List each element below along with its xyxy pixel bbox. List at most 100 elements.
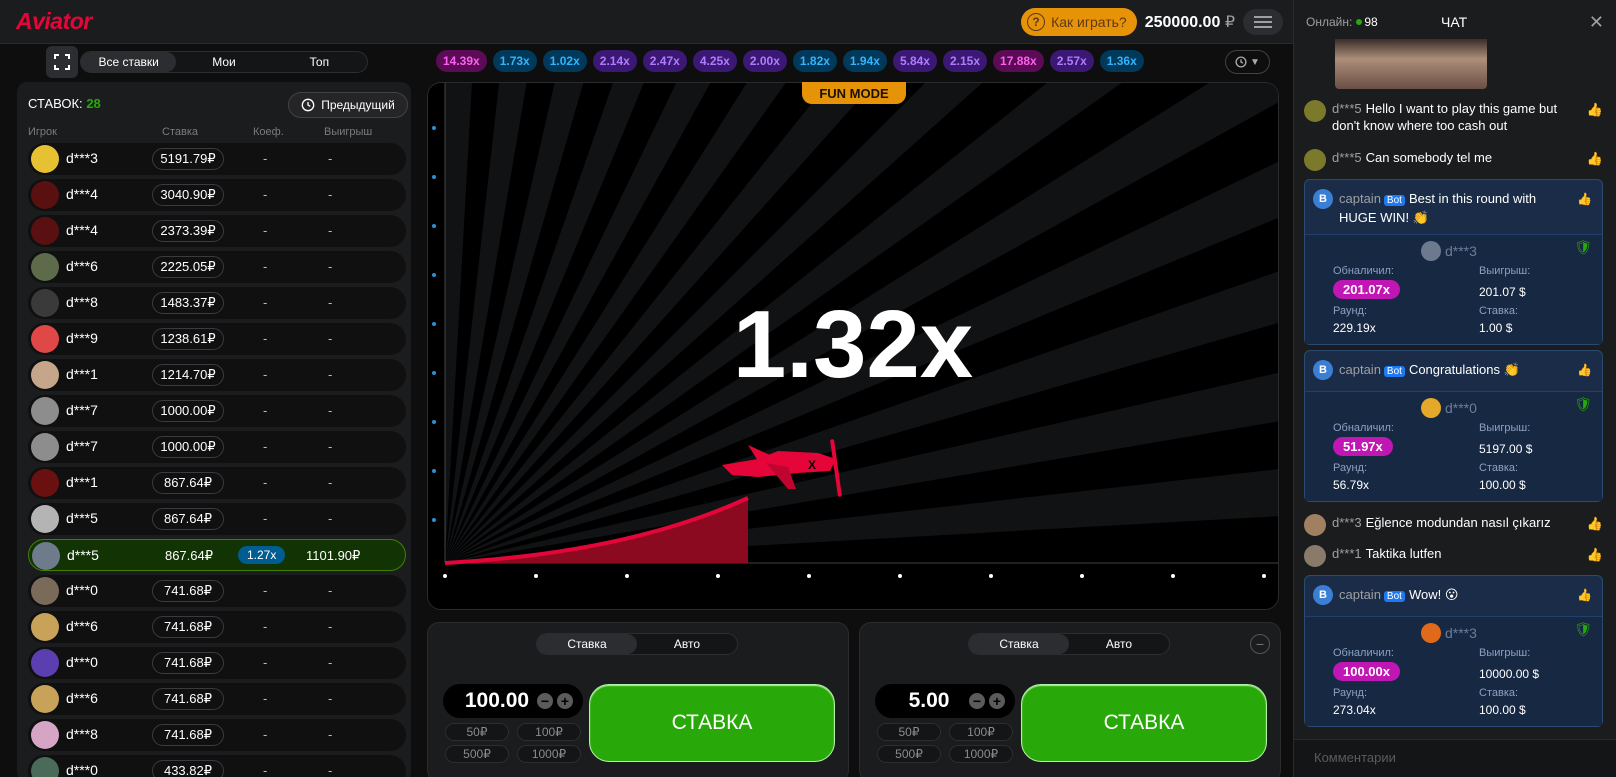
- quick-amount-button[interactable]: 1000₽: [517, 745, 581, 763]
- remove-panel-icon[interactable]: −: [1250, 634, 1270, 654]
- menu-icon[interactable]: [1243, 8, 1283, 35]
- quick-amount-button[interactable]: 50₽: [877, 723, 941, 741]
- chat-author: d***5: [1332, 101, 1362, 116]
- shield-check-icon[interactable]: 🛡: [1574, 621, 1592, 638]
- win-label: Выигрыш:: [1479, 422, 1531, 434]
- stake-label: Ставка:: [1479, 305, 1519, 317]
- tab-bet[interactable]: Ставка: [969, 634, 1069, 654]
- minus-icon[interactable]: −: [537, 693, 553, 709]
- avatar: [31, 253, 59, 281]
- minus-icon[interactable]: −: [969, 693, 985, 709]
- aviator-logo[interactable]: Aviator: [16, 8, 92, 35]
- cashed-badge: 100.00x: [1333, 662, 1400, 681]
- bet-amount-stepper[interactable]: 100.00 − +: [443, 684, 583, 718]
- avatar: [1421, 623, 1441, 643]
- shield-check-icon[interactable]: 🛡: [1574, 396, 1592, 413]
- win-amount: -: [328, 151, 333, 166]
- history-multiplier[interactable]: 1.94x: [842, 50, 887, 72]
- coefficient: -: [263, 331, 268, 346]
- chat-gif-image: [1335, 39, 1487, 89]
- bet-row: d***9 1238.61₽ - -: [28, 323, 406, 355]
- bet-amount-stepper[interactable]: 5.00 − +: [875, 684, 1015, 718]
- avatar: [31, 397, 59, 425]
- quick-amount-button[interactable]: 1000₽: [949, 745, 1013, 763]
- plus-icon[interactable]: +: [557, 693, 573, 709]
- winner-name: d***3: [1445, 243, 1477, 259]
- chat-text: Hello I want to play this game but don't…: [1332, 101, 1558, 133]
- history-dropdown-button[interactable]: ▼: [1225, 50, 1270, 74]
- player-name: d***3: [66, 150, 98, 166]
- history-multiplier[interactable]: 2.57x: [1049, 50, 1094, 72]
- round-label: Раунд:: [1333, 687, 1368, 699]
- history-multiplier[interactable]: 14.39x: [436, 50, 487, 72]
- plus-icon[interactable]: +: [989, 693, 1005, 709]
- avatar: [1304, 149, 1326, 171]
- bot-win-card: B captain Bot Wow! 😮 👍 d***3 🛡 Обналичил: …: [1304, 575, 1603, 727]
- like-icon[interactable]: 👍: [1587, 547, 1603, 563]
- bet-amount: 2373.39₽: [152, 220, 224, 242]
- balance-value: 250000.00: [1144, 13, 1221, 31]
- history-multiplier[interactable]: 1.02x: [542, 50, 587, 72]
- history-multiplier[interactable]: 4.25x: [692, 50, 737, 72]
- like-icon[interactable]: 👍: [1577, 587, 1592, 604]
- coefficient: 1.27x: [238, 546, 286, 564]
- quick-amount-button[interactable]: 500₽: [445, 745, 509, 763]
- history-multiplier[interactable]: 2.15x: [942, 50, 988, 72]
- tab-all-bets[interactable]: Все ставки: [81, 52, 177, 72]
- chat-panel: Онлайн: 98 ЧАТ ✕ d***5 Hello I want to pl…: [1293, 0, 1616, 777]
- bet-amount: 1483.37₽: [152, 292, 224, 314]
- history-multiplier[interactable]: 1.73x: [492, 50, 537, 72]
- win-amount: -: [328, 403, 333, 418]
- previous-round-label: Предыдущий: [321, 98, 395, 112]
- bet-mode-tabs: Ставка Авто: [968, 633, 1170, 655]
- previous-round-button[interactable]: Предыдущий: [288, 92, 408, 118]
- tab-auto[interactable]: Авто: [1069, 634, 1169, 654]
- like-icon[interactable]: 👍: [1577, 362, 1592, 379]
- how-to-play-button[interactable]: ? Как играть?: [1021, 7, 1137, 36]
- online-label: Онлайн:: [1306, 15, 1353, 29]
- chat-input[interactable]: Комментарии: [1294, 739, 1616, 777]
- history-multiplier[interactable]: 2.00x: [742, 50, 787, 72]
- like-icon[interactable]: 👍: [1587, 102, 1603, 118]
- tab-top[interactable]: Топ: [272, 52, 367, 72]
- bet-amount: 433.82₽: [152, 760, 224, 777]
- history-multiplier[interactable]: 17.88x: [993, 50, 1044, 72]
- coefficient: -: [263, 619, 268, 634]
- chat-message: d***1 Taktika lutfen 👍: [1304, 545, 1607, 567]
- history-multiplier[interactable]: 2.14x: [592, 50, 637, 72]
- quick-amount-button[interactable]: 100₽: [517, 723, 581, 741]
- history-multiplier[interactable]: 2.47x: [642, 50, 687, 72]
- bets-count-value: 28: [86, 96, 101, 111]
- quick-amount-button[interactable]: 500₽: [877, 745, 941, 763]
- history-multiplier[interactable]: 5.84x: [892, 50, 937, 72]
- player-name: d***8: [66, 294, 98, 310]
- round-value: 273.04x: [1333, 703, 1376, 717]
- tab-my-bets[interactable]: Мои: [176, 52, 271, 72]
- bet-amount-value[interactable]: 100.00: [461, 689, 533, 713]
- stake-value: 1.00 $: [1479, 321, 1513, 335]
- player-name: d***7: [66, 402, 98, 418]
- bet-row: d***7 1000.00₽ - -: [28, 431, 406, 463]
- quick-amount-button[interactable]: 100₽: [949, 723, 1013, 741]
- bet-amount-value[interactable]: 5.00: [893, 689, 965, 713]
- like-icon[interactable]: 👍: [1587, 516, 1603, 532]
- like-icon[interactable]: 👍: [1587, 151, 1603, 167]
- place-bet-button[interactable]: СТАВКА: [589, 684, 835, 762]
- history-multiplier[interactable]: 1.82x: [792, 50, 837, 72]
- bet-row: d***5 867.64₽ - -: [28, 503, 406, 535]
- bet-amount: 867.64₽: [152, 472, 224, 494]
- tab-bet[interactable]: Ставка: [537, 634, 637, 654]
- history-multiplier[interactable]: 1.36x: [1099, 50, 1144, 72]
- place-bet-button[interactable]: СТАВКА: [1021, 684, 1267, 762]
- round-value: 229.19x: [1333, 321, 1376, 335]
- expand-icon[interactable]: [46, 46, 78, 78]
- tab-auto[interactable]: Авто: [637, 634, 737, 654]
- shield-check-icon[interactable]: 🛡: [1574, 239, 1592, 256]
- bet-amount: 741.68₽: [152, 724, 224, 746]
- bot-name: captain: [1339, 587, 1381, 602]
- chat-message: d***5 Can somebody tel me 👍: [1304, 149, 1607, 171]
- like-icon[interactable]: 👍: [1577, 191, 1592, 208]
- close-icon[interactable]: ✕: [1589, 12, 1604, 33]
- player-name: d***7: [66, 438, 98, 454]
- quick-amount-button[interactable]: 50₽: [445, 723, 509, 741]
